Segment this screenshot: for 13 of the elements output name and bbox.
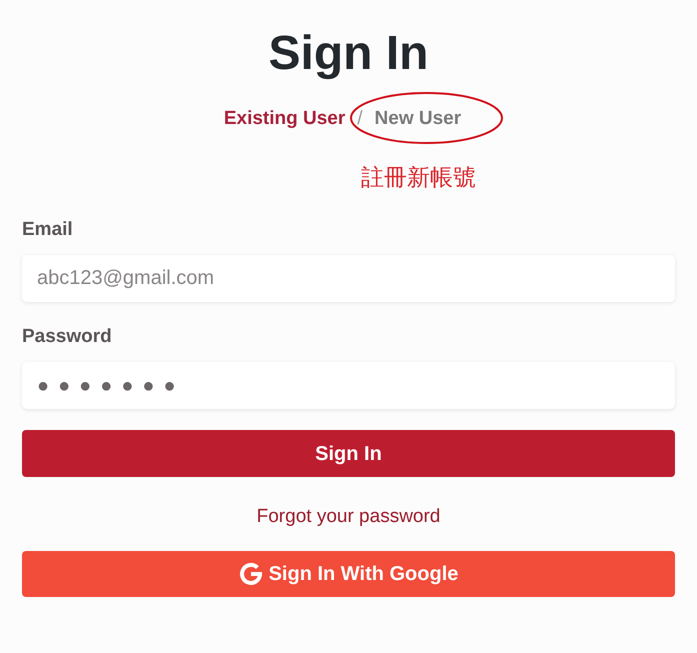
email-field[interactable]: abc123@gmail.com: [22, 255, 675, 302]
google-g-icon: [238, 562, 263, 586]
field-label: Password: [22, 325, 112, 349]
tab[interactable]: New User: [374, 106, 462, 132]
tab[interactable]: Existing User: [224, 106, 346, 132]
password-field[interactable]: ●●●●●●●: [22, 362, 675, 409]
forgot-password-link[interactable]: Forgot your password: [256, 505, 440, 529]
sign-in-button[interactable]: Sign In: [22, 430, 675, 477]
field-label: Email: [22, 218, 73, 242]
annotation-text: 註冊新帳號: [361, 165, 476, 190]
page-title: Sign In: [268, 26, 428, 82]
google-sign-in-button[interactable]: Sign In With Google: [22, 551, 675, 597]
tab-separator: /: [357, 107, 363, 131]
